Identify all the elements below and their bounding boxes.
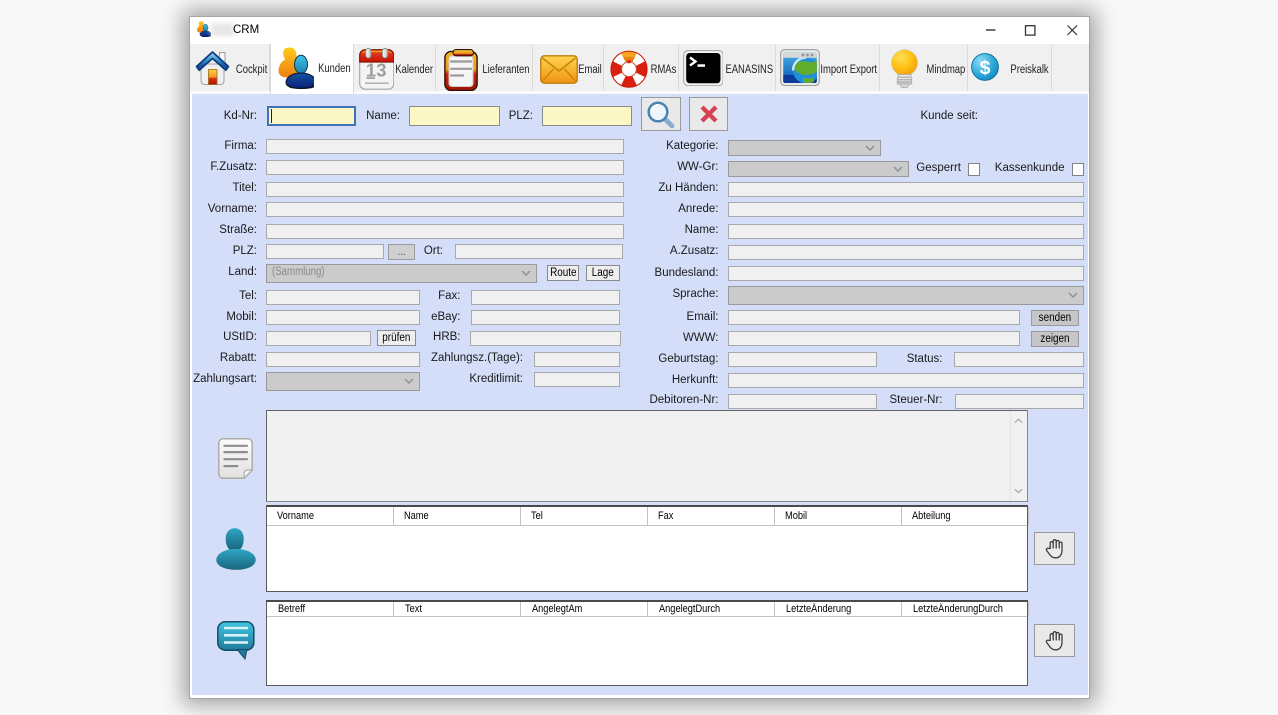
- svg-text:$: $: [980, 57, 991, 79]
